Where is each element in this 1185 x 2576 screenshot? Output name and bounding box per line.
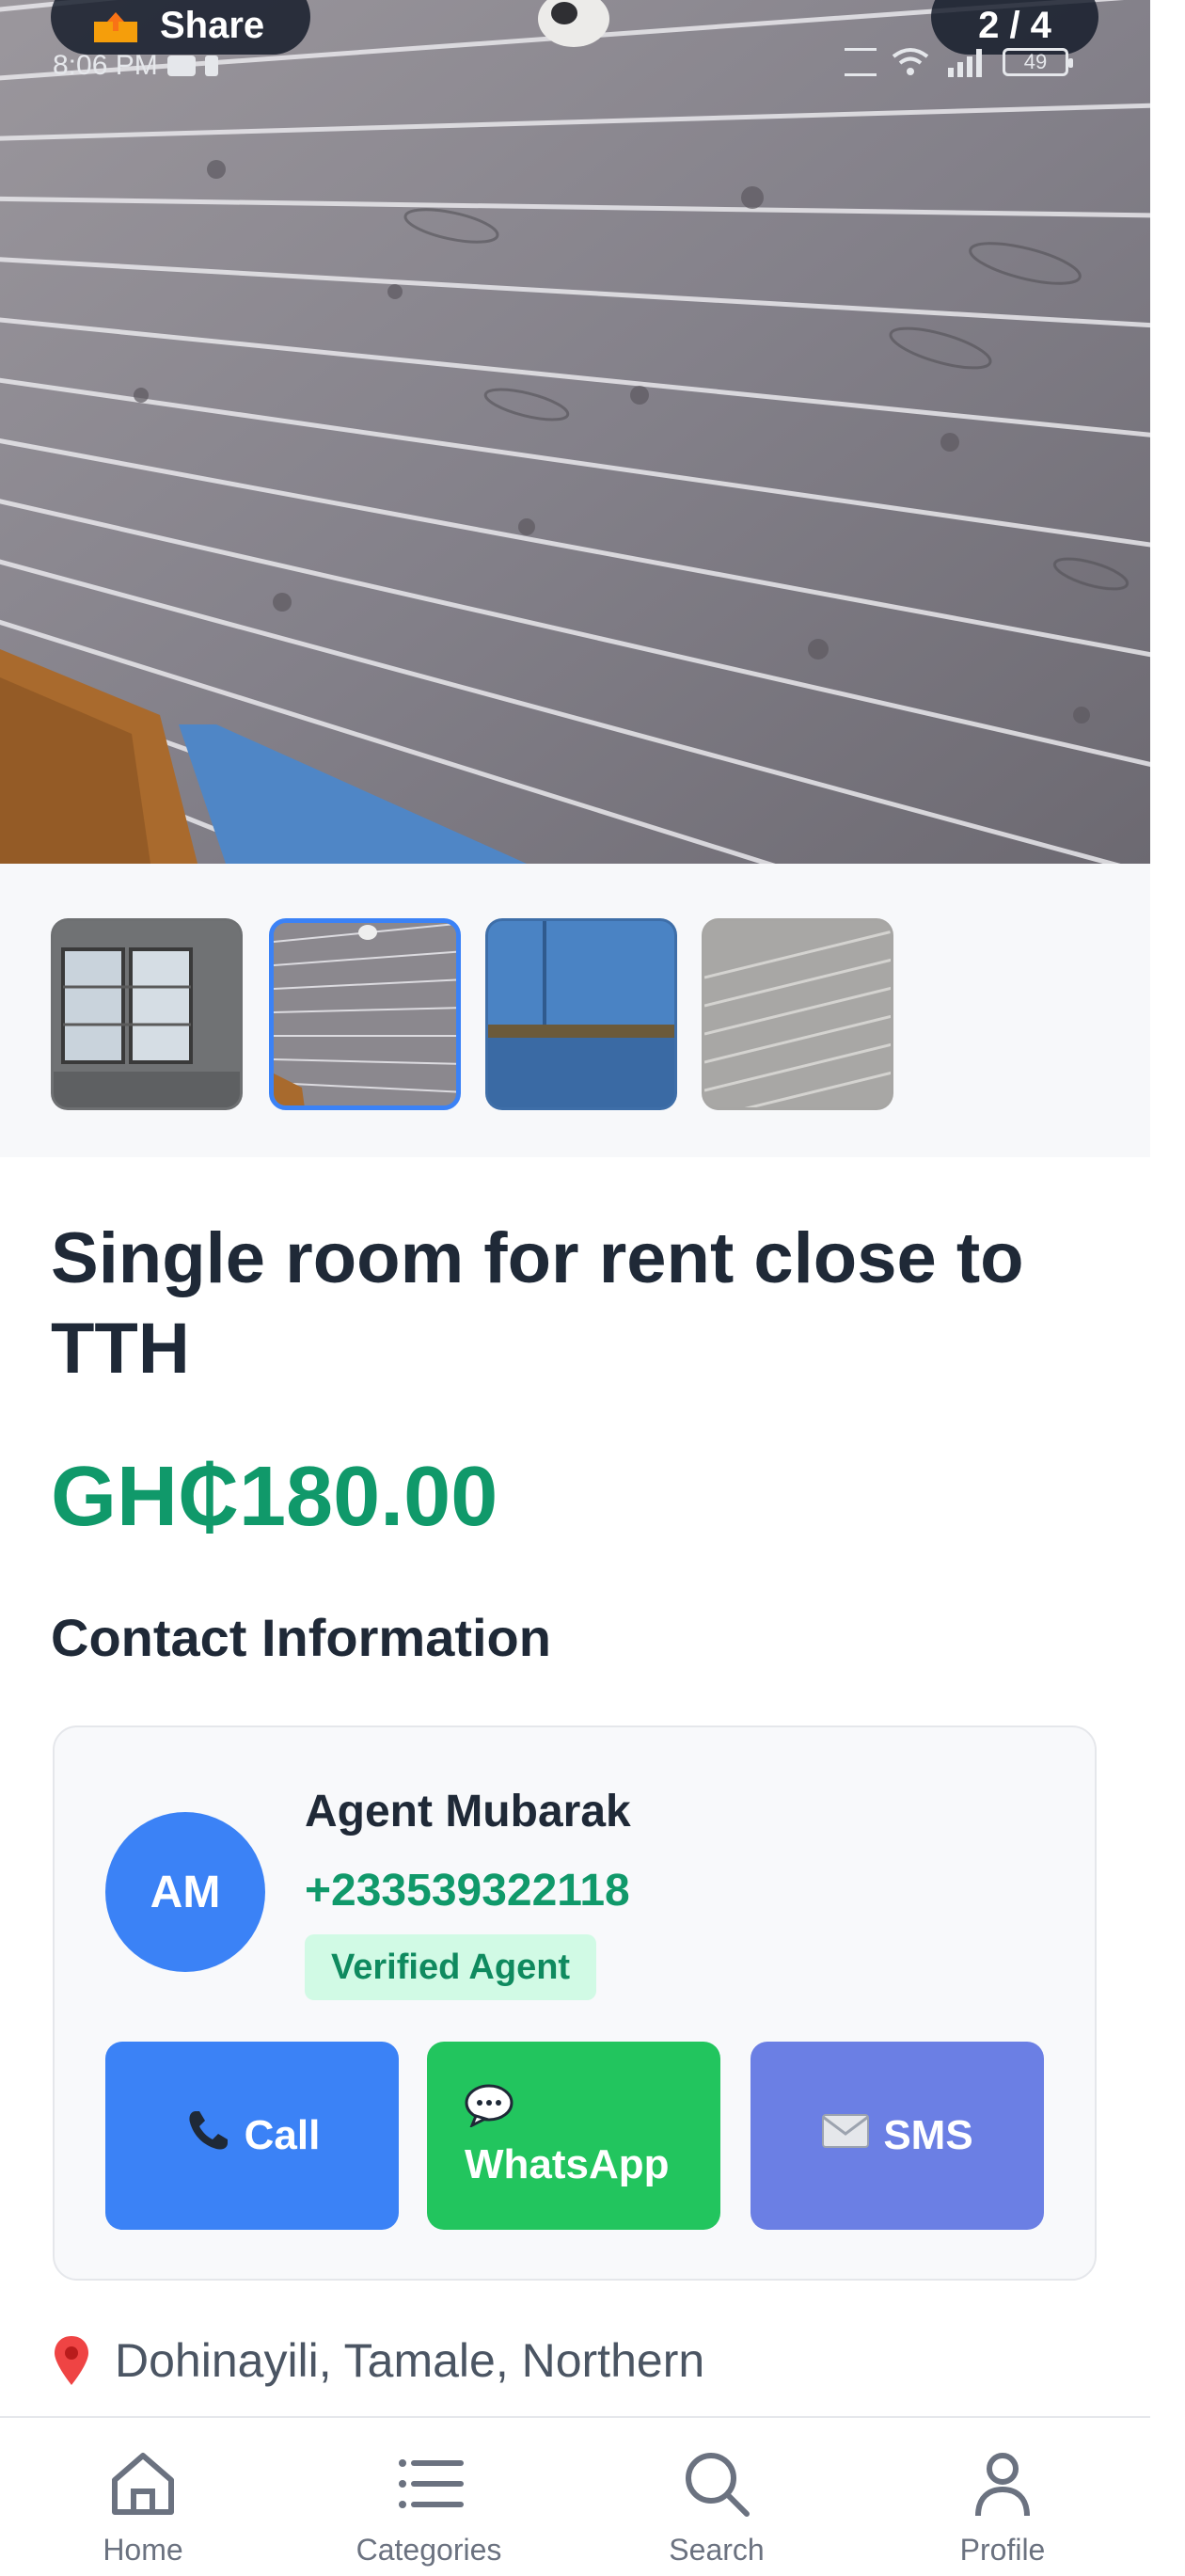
nav-search[interactable]: Search <box>623 2418 811 2576</box>
sms-button[interactable]: SMS <box>750 2042 1044 2230</box>
wifi-icon <box>892 48 929 75</box>
call-label: Call <box>244 2112 321 2158</box>
status-bar-right: 49 <box>845 41 1073 83</box>
nav-search-label: Search <box>669 2533 765 2567</box>
listing-title: Single room for rent close to TTH <box>51 1218 1024 1389</box>
hero-right-gutter <box>1150 0 1185 864</box>
thumbnail-3[interactable] <box>485 918 677 1110</box>
listing-location: Dohinayili, Tamale, Northern <box>53 2333 704 2388</box>
person-icon <box>975 2453 1030 2517</box>
thumbnail-1[interactable] <box>51 918 243 1110</box>
thumbnail-strip <box>0 864 1150 1157</box>
status-bar-left: 8:06 PM <box>53 49 218 83</box>
nav-home[interactable]: Home <box>49 2418 237 2576</box>
whatsapp-label: WhatsApp <box>465 2140 670 2187</box>
map-pin-icon <box>53 2334 90 2387</box>
battery-level: 49 <box>1023 50 1048 73</box>
thumbnail-2[interactable] <box>269 918 461 1110</box>
ceiling-thumbnail-image <box>274 923 456 1105</box>
data-speed-icon <box>845 48 877 76</box>
nav-home-label: Home <box>103 2533 183 2567</box>
location-text: Dohinayili, Tamale, Northern <box>115 2334 705 2387</box>
thumbnail-4[interactable] <box>702 918 893 1110</box>
battery-icon: 49 <box>1003 48 1073 76</box>
home-icon <box>112 2453 174 2515</box>
list-icon <box>399 2459 464 2508</box>
nav-categories[interactable]: Categories <box>335 2418 523 2576</box>
blue-door-thumbnail-image <box>488 921 674 1107</box>
notification-status-icon <box>204 56 218 76</box>
bottom-navigation: Home Categories Search Profile <box>0 2416 1150 2574</box>
ceiling-photo-illustration <box>0 0 1150 864</box>
contact-section-title: Contact Information <box>51 1608 551 1667</box>
agent-phone[interactable]: +233539322118 <box>305 1865 630 1916</box>
verified-badge: Verified Agent <box>305 1934 597 2000</box>
phone-icon <box>184 2107 231 2165</box>
nav-categories-label: Categories <box>356 2533 502 2567</box>
status-time: 8:06 PM <box>53 50 158 81</box>
window-thumbnail-image <box>54 921 240 1107</box>
speech-bubble-icon <box>465 2084 514 2138</box>
avatar: AM <box>105 1812 265 1972</box>
share-label: Share <box>160 4 265 46</box>
signal-icon <box>948 49 982 77</box>
nav-profile-label: Profile <box>959 2533 1046 2567</box>
search-icon <box>686 2453 750 2517</box>
agent-contact-card: AM Agent Mubarak +233539322118 Verified … <box>53 1725 1097 2281</box>
share-icon <box>90 11 141 42</box>
ceiling-closeup-thumbnail-image <box>704 921 891 1107</box>
nav-profile[interactable]: Profile <box>908 2418 1097 2576</box>
whatsapp-button[interactable]: WhatsApp <box>427 2042 720 2230</box>
listing-price: GH₵180.00 <box>51 1450 498 1544</box>
sms-label: SMS <box>883 2112 973 2158</box>
envelope-icon <box>821 2112 870 2159</box>
share-button[interactable]: Share <box>51 0 310 55</box>
listing-main-photo[interactable]: Share 2 / 4 8:06 PM 49 <box>0 0 1150 864</box>
camera-status-icon <box>166 56 196 76</box>
agent-name: Agent Mubarak <box>305 1787 631 1837</box>
call-button[interactable]: Call <box>105 2042 399 2230</box>
